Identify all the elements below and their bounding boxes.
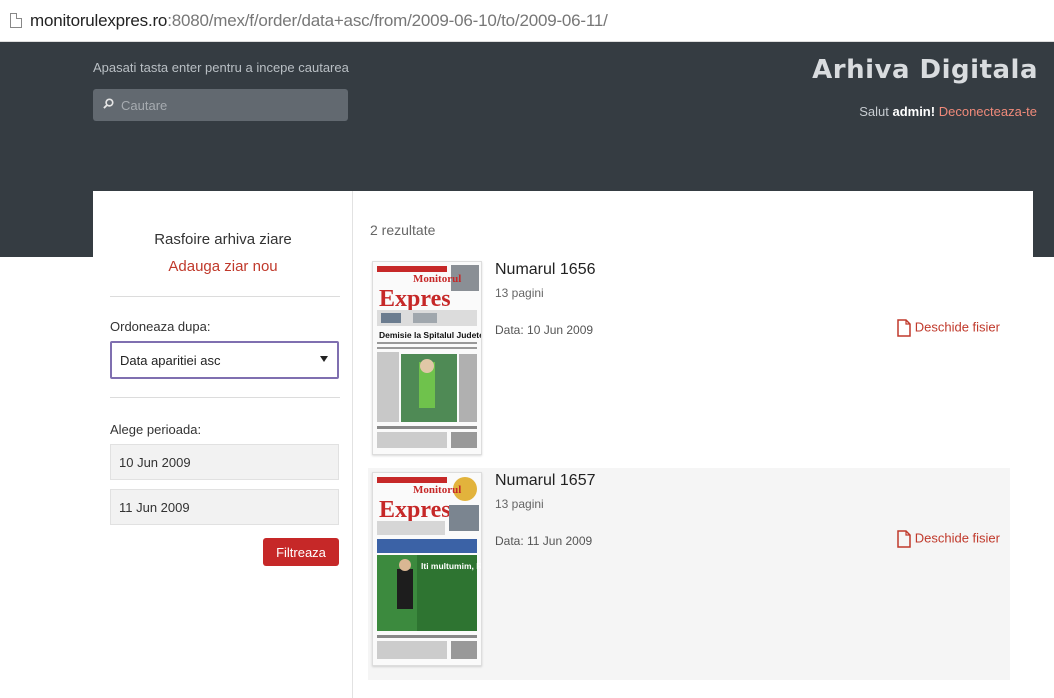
newspaper-thumbnail[interactable]: Monitorul Expres Iti multumim, Razvan!: [372, 472, 482, 666]
newspaper-thumbnail[interactable]: Monitorul Expres Demisie la Spitalul Jud…: [372, 261, 482, 455]
result-item: Monitorul Expres Iti multumim, Razvan! N…: [368, 468, 1010, 680]
order-select-value: Data aparitiei asc: [120, 353, 221, 368]
thumb-header: Monitorul: [413, 273, 461, 285]
date-to-field[interactable]: [110, 489, 339, 525]
user-greeting: Salut admin! Deconecteaza-te: [859, 104, 1037, 119]
open-file-link[interactable]: Deschide fisier: [896, 319, 1000, 337]
period-label: Alege perioada:: [110, 422, 202, 437]
results-count: 2 rezultate: [370, 222, 436, 238]
url-host: monitorulexpres.ro: [30, 11, 168, 30]
search-input[interactable]: [121, 95, 341, 115]
sidebar: Rasfoire arhiva ziare Adauga ziar nou Or…: [93, 191, 353, 698]
greeting-prefix: Salut: [859, 104, 893, 119]
brand-logo: Arhiva Digitala: [812, 55, 1038, 85]
thumb-headline: Demisie la Spitalul Judetean: [379, 330, 482, 340]
sidebar-title: Rasfoire arhiva ziare: [154, 231, 292, 248]
url-path: :8080/mex/f/order/data+asc/from/2009-06-…: [167, 11, 608, 30]
date-from-field[interactable]: [110, 444, 339, 480]
issue-pages: 13 pagini: [495, 497, 544, 511]
filter-button[interactable]: Filtreaza: [263, 538, 339, 566]
newspaper-cover-image: Monitorul Expres Iti multumim, Razvan!: [373, 473, 482, 665]
thumb-header: Monitorul: [413, 484, 461, 496]
order-select[interactable]: Data aparitiei asc: [110, 341, 339, 379]
search-icon: [103, 98, 114, 109]
main-panel: Rasfoire arhiva ziare Adauga ziar nou Or…: [93, 191, 1033, 698]
order-label: Ordoneaza dupa:: [110, 319, 211, 334]
search-hint: Apasati tasta enter pentru a incepe caut…: [93, 60, 349, 75]
issue-pages: 13 pagini: [495, 286, 544, 300]
open-file-link[interactable]: Deschide fisier: [896, 530, 1000, 548]
divider: [110, 296, 340, 297]
add-newspaper-link[interactable]: Adauga ziar nou: [93, 258, 353, 275]
thumb-brand: Expres: [379, 497, 451, 523]
username: admin!: [892, 104, 936, 119]
open-file-label: Deschide fisier: [914, 530, 1000, 546]
url-text[interactable]: monitorulexpres.ro:8080/mex/f/order/data…: [30, 11, 608, 31]
chevron-down-icon: [320, 356, 328, 362]
file-icon: [896, 530, 911, 548]
divider: [110, 397, 340, 398]
page-icon: [10, 13, 22, 28]
file-icon: [896, 319, 911, 337]
thumb-headline: Iti multumim, Razvan!: [421, 561, 482, 571]
issue-date: Data: 11 Jun 2009: [495, 534, 593, 548]
issue-title[interactable]: Numarul 1656: [495, 261, 596, 279]
thumb-brand: Expres: [379, 286, 451, 312]
browser-url-bar[interactable]: monitorulexpres.ro:8080/mex/f/order/data…: [0, 0, 1054, 42]
search-box[interactable]: [93, 89, 348, 121]
newspaper-cover-image: Monitorul Expres Demisie la Spitalul Jud…: [373, 262, 482, 454]
issue-title[interactable]: Numarul 1657: [495, 472, 596, 490]
open-file-label: Deschide fisier: [914, 319, 1000, 335]
issue-date: Data: 10 Jun 2009: [495, 323, 594, 337]
logout-link[interactable]: Deconecteaza-te: [939, 104, 1037, 119]
result-item: Monitorul Expres Demisie la Spitalul Jud…: [368, 257, 1010, 469]
